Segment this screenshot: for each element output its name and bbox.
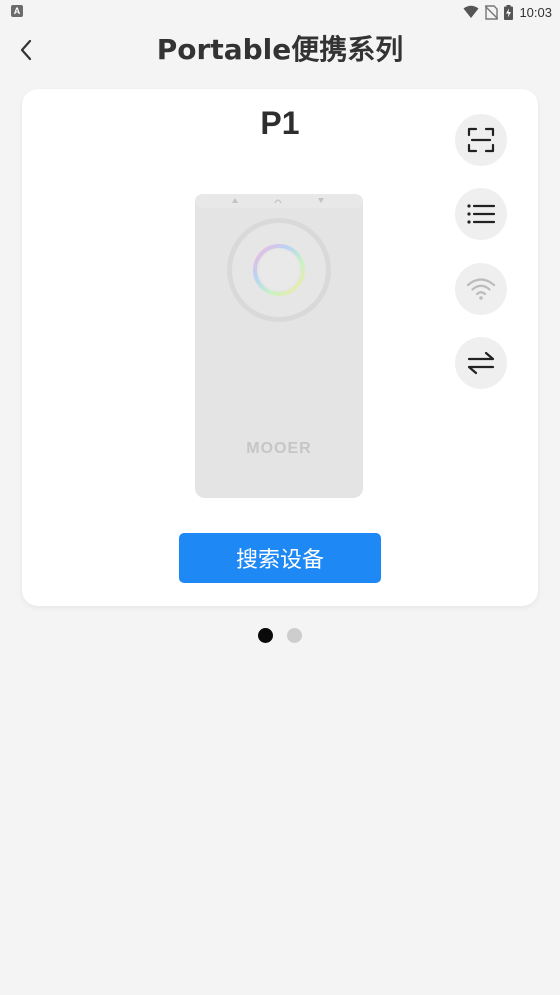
- app-notification-icon: A: [11, 5, 23, 17]
- device-logo: MOOER: [246, 440, 311, 457]
- battery-charging-icon: [504, 4, 514, 20]
- device-image: MOOER: [195, 194, 363, 498]
- device-card: P1 MOOER 搜索设备: [22, 89, 538, 606]
- wifi-button[interactable]: [455, 263, 507, 315]
- wifi-signal-icon: [463, 5, 479, 18]
- switch-button[interactable]: [455, 337, 507, 389]
- page-title: Portable便携系列: [156, 33, 404, 66]
- clock: 10:03: [519, 4, 552, 20]
- device-list-button[interactable]: [455, 188, 507, 240]
- scan-icon: [467, 127, 495, 153]
- header: Portable便携系列: [0, 24, 560, 76]
- no-sim-icon: [485, 4, 499, 20]
- page-indicator: [0, 628, 560, 643]
- status-bar: A 10:03: [0, 0, 560, 24]
- page-dot-1[interactable]: [258, 628, 273, 643]
- page-dot-2[interactable]: [287, 628, 302, 643]
- search-device-button[interactable]: 搜索设备: [179, 533, 381, 583]
- status-indicators: 10:03: [463, 3, 552, 21]
- scan-button[interactable]: [455, 114, 507, 166]
- wifi-icon: [466, 278, 496, 300]
- switch-icon: [467, 351, 495, 375]
- list-icon: [467, 204, 496, 224]
